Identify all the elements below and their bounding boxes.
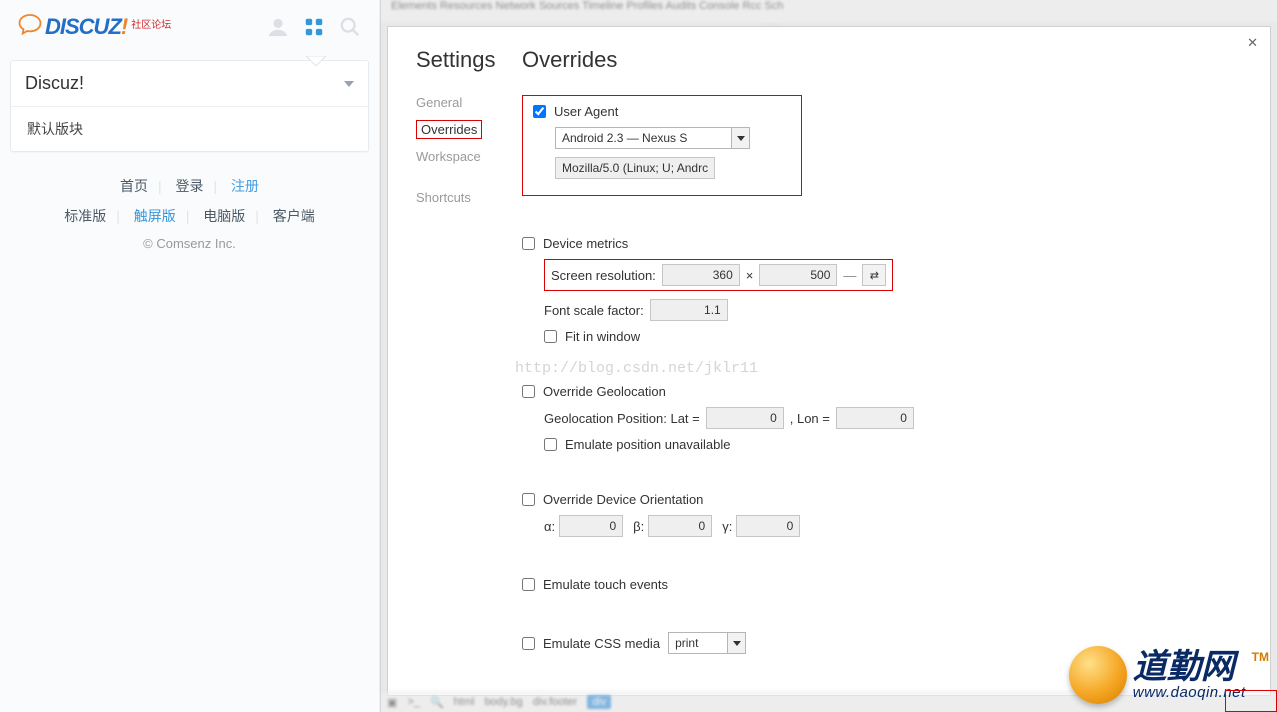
font-scale-input[interactable] [650,299,728,321]
red-corner-box [1225,690,1277,712]
screen-resolution-box: Screen resolution: × — ⇄ [544,259,893,291]
geo-emu-checkbox[interactable] [544,438,557,451]
caret-down-icon [306,56,326,66]
alpha-label: α: [544,519,555,534]
css-media-select[interactable]: print [668,632,746,654]
logo-subtitle: 社区论坛 [131,16,171,31]
forum-dropdown[interactable]: Discuz! [11,61,368,107]
fit-window-label: Fit in window [565,329,640,344]
geo-lon-label: , Lon = [790,411,830,426]
page-title: Overrides [522,47,1244,73]
search-icon[interactable] [339,16,361,38]
user-agent-section: User Agent Android 2.3 — Nexus S [522,95,802,196]
discuz-pane: DISCUZ! 社区论坛 Discuz! 默认版块 首页| 登录| 注册 标准版… [0,0,380,712]
geo-label: Override Geolocation [543,384,666,399]
site-header: DISCUZ! 社区论坛 [0,0,379,48]
forum-card: Discuz! 默认版块 [10,60,369,152]
css-label: Emulate CSS media [543,636,660,651]
footer-links: 首页| 登录| 注册 标准版| 触屏版| 电脑版| 客户端 © Comsenz … [0,176,379,251]
css-media-value: print [675,636,698,650]
gamma-label: γ: [722,519,732,534]
alpha-input[interactable] [559,515,623,537]
link-standard[interactable]: 标准版 [54,208,116,224]
geo-checkbox[interactable] [522,385,535,398]
user-icon[interactable] [267,16,289,38]
ua-checkbox[interactable] [533,105,546,118]
link-client[interactable]: 客户端 [263,208,325,224]
orient-checkbox[interactable] [522,493,535,506]
settings-title: Settings [416,47,522,73]
dm-checkbox[interactable] [522,237,535,250]
nav-shortcuts[interactable]: Shortcuts [416,190,522,205]
link-home[interactable]: 首页 [110,178,158,194]
res-label: Screen resolution: [551,268,656,283]
dropdown-arrow-icon [727,633,745,653]
beta-label: β: [633,519,644,534]
geo-lat-input[interactable] [706,407,784,429]
daoqin-ball-icon [1069,646,1127,704]
default-board[interactable]: 默认版块 [11,107,368,151]
touch-label: Emulate touch events [543,577,668,592]
res-width-input[interactable] [662,264,740,286]
chevron-down-icon [344,81,354,87]
logo-text: DISCUZ [45,14,121,39]
device-metrics-section: Device metrics Screen resolution: × — ⇄ [522,236,1244,344]
res-times: × [746,268,754,283]
beta-input[interactable] [648,515,712,537]
res-height-input[interactable] [759,264,837,286]
touch-section: Emulate touch events [522,577,1244,592]
ua-label: User Agent [554,104,618,119]
font-scale-label: Font scale factor: [544,303,644,318]
settings-panel: ✕ Settings General Overrides Workspace S… [387,26,1271,696]
logo-bang: ! [121,14,127,39]
nav-workspace[interactable]: Workspace [416,149,522,164]
orient-label: Override Device Orientation [543,492,703,507]
mdash: — [843,268,856,283]
footer-line2: 标准版| 触屏版| 电脑版| 客户端 [0,206,379,226]
crumb-body[interactable]: body.bg [484,696,522,708]
geo-emu-label: Emulate position unavailable [565,437,731,452]
settings-sidebar: Settings General Overrides Workspace Sho… [416,47,522,694]
ua-select[interactable]: Android 2.3 — Nexus S [555,127,750,149]
gamma-input[interactable] [736,515,800,537]
orientation-section: Override Device Orientation α: β: γ: [522,492,1244,537]
link-pc[interactable]: 电脑版 [193,208,255,224]
dropdown-arrow-icon [731,128,749,148]
link-touch[interactable]: 触屏版 [124,208,186,224]
fit-window-checkbox[interactable] [544,330,557,343]
trademark: TM [1252,650,1269,664]
touch-checkbox[interactable] [522,578,535,591]
crumb-pill[interactable]: div [587,695,611,709]
close-icon[interactable]: ✕ [1247,35,1258,51]
settings-main: Overrides User Agent Android 2.3 — Nexus… [522,47,1244,694]
link-login[interactable]: 登录 [166,178,214,194]
apps-icon[interactable] [303,16,325,38]
copyright: © Comsenz Inc. [0,236,379,251]
devtools-tabbar[interactable]: Elements Resources Network Sources Timel… [381,0,1277,24]
dm-label: Device metrics [543,236,628,251]
nav-general[interactable]: General [416,95,522,110]
ua-selected-option: Android 2.3 — Nexus S [562,131,687,145]
swap-button[interactable]: ⇄ [862,264,886,286]
geo-lon-input[interactable] [836,407,914,429]
forum-dropdown-title: Discuz! [25,73,84,94]
geo-pos-label: Geolocation Position: Lat = [544,411,700,426]
footer-line1: 首页| 登录| 注册 [0,176,379,196]
speech-bubble-icon [18,14,42,36]
site-logo[interactable]: DISCUZ! 社区论坛 [18,14,171,40]
crumb-div[interactable]: div.footer [533,696,577,708]
nav-overrides[interactable]: Overrides [416,120,482,139]
daoqin-text: 道勤网 [1133,650,1246,684]
link-register[interactable]: 注册 [221,178,269,194]
geolocation-section: Override Geolocation Geolocation Positio… [522,384,1244,452]
ua-string-input[interactable] [555,157,715,179]
devtools-pane: Elements Resources Network Sources Timel… [380,0,1277,712]
css-checkbox[interactable] [522,637,535,650]
header-icons [267,16,361,38]
